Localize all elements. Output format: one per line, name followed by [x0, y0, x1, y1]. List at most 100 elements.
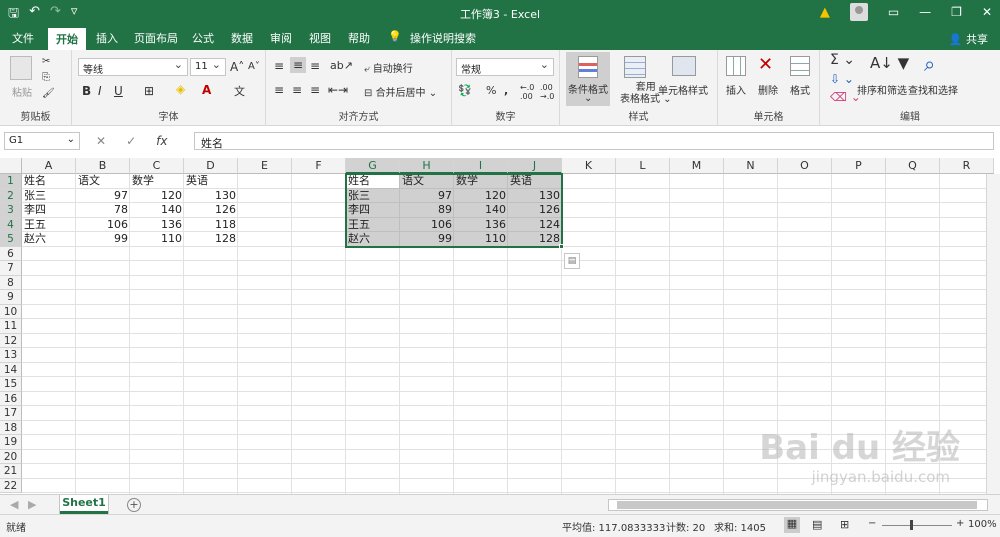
- comma-icon[interactable]: ,: [504, 84, 508, 97]
- fill-icon[interactable]: ⇩ ⌄: [830, 72, 854, 86]
- table-cell[interactable]: 97: [76, 189, 130, 204]
- column-header-G[interactable]: G: [346, 158, 400, 174]
- ribbon-display-icon[interactable]: ▭: [888, 5, 899, 19]
- tab-help[interactable]: 帮助: [348, 30, 370, 46]
- merge-center-button[interactable]: ⊟ 合并后居中 ⌄: [364, 84, 437, 99]
- table-cell[interactable]: 140: [130, 203, 184, 218]
- tab-formulas[interactable]: 公式: [192, 30, 214, 46]
- row-header-15[interactable]: 15: [0, 377, 22, 392]
- font-color-icon[interactable]: A: [202, 83, 211, 97]
- table-cell[interactable]: 126: [184, 203, 238, 218]
- row-header-2[interactable]: 2: [0, 188, 22, 203]
- table-cell[interactable]: 张三: [22, 189, 76, 204]
- row-header-7[interactable]: 7: [0, 261, 22, 276]
- table-cell[interactable]: 106: [400, 218, 454, 233]
- header-cell[interactable]: 语文: [76, 174, 130, 189]
- row-header-5[interactable]: 5: [0, 232, 22, 247]
- column-header-B[interactable]: B: [76, 158, 130, 174]
- cancel-entry-icon[interactable]: ✕: [96, 134, 106, 148]
- row-header-1[interactable]: 1: [0, 174, 22, 189]
- row-header-8[interactable]: 8: [0, 275, 22, 290]
- zoom-level[interactable]: 100%: [968, 519, 997, 530]
- page-break-view-icon[interactable]: ⊞: [840, 518, 849, 531]
- header-cell[interactable]: 姓名: [22, 174, 76, 189]
- format-painter-icon[interactable]: 🖌: [42, 88, 55, 99]
- insert-function-icon[interactable]: fx: [156, 134, 167, 148]
- column-header-P[interactable]: P: [832, 158, 886, 174]
- number-format-dropdown[interactable]: 常规: [456, 58, 554, 76]
- table-cell[interactable]: 140: [454, 203, 508, 218]
- paste-icon[interactable]: [10, 56, 32, 80]
- zoom-slider[interactable]: [882, 525, 952, 526]
- column-header-R[interactable]: R: [940, 158, 994, 174]
- table-cell[interactable]: 张三: [346, 189, 400, 204]
- column-header-C[interactable]: C: [130, 158, 184, 174]
- bold-icon[interactable]: B: [82, 84, 91, 98]
- align-bottom-icon[interactable]: ≡: [310, 59, 320, 73]
- column-header-K[interactable]: K: [562, 158, 616, 174]
- paste-button[interactable]: 粘贴: [12, 84, 32, 99]
- format-cells-button[interactable]: 格式: [790, 82, 810, 97]
- tab-page-layout[interactable]: 页面布局: [134, 30, 178, 46]
- warning-icon[interactable]: ▲: [820, 5, 830, 20]
- restore-icon[interactable]: ❐: [951, 5, 962, 19]
- tab-insert[interactable]: 插入: [96, 30, 118, 46]
- header-cell[interactable]: 英语: [184, 174, 238, 189]
- table-cell[interactable]: 李四: [22, 203, 76, 218]
- zoom-out-icon[interactable]: −: [868, 518, 876, 529]
- header-cell[interactable]: 语文: [400, 174, 454, 189]
- row-header-4[interactable]: 4: [0, 217, 22, 232]
- name-box[interactable]: G1 ⌄: [4, 132, 80, 150]
- copy-icon[interactable]: ⎘: [42, 72, 50, 83]
- close-icon[interactable]: ✕: [982, 5, 992, 19]
- table-cell[interactable]: 89: [400, 203, 454, 218]
- table-cell[interactable]: 120: [454, 189, 508, 204]
- minimize-icon[interactable]: —: [919, 5, 931, 19]
- column-header-O[interactable]: O: [778, 158, 832, 174]
- table-cell[interactable]: 124: [508, 218, 562, 233]
- sheet-tab-sheet1[interactable]: Sheet1: [60, 495, 108, 514]
- header-cell[interactable]: 英语: [508, 174, 562, 189]
- select-all-corner[interactable]: [0, 158, 22, 174]
- header-cell[interactable]: 数学: [454, 174, 508, 189]
- orientation-icon[interactable]: ab↗: [330, 59, 353, 72]
- increase-font-icon[interactable]: A˄: [230, 60, 244, 74]
- column-header-A[interactable]: A: [22, 158, 76, 174]
- table-cell[interactable]: 78: [76, 203, 130, 218]
- border-icon[interactable]: ⊞: [144, 84, 154, 98]
- font-name-dropdown[interactable]: 等线: [78, 58, 188, 76]
- table-cell[interactable]: 99: [400, 232, 454, 247]
- table-cell[interactable]: 130: [184, 189, 238, 204]
- zoom-slider-thumb[interactable]: [910, 520, 913, 530]
- table-cell[interactable]: 赵六: [22, 232, 76, 247]
- table-cell[interactable]: 128: [184, 232, 238, 247]
- vertical-scrollbar[interactable]: [986, 174, 1000, 494]
- sort-filter-button[interactable]: 排序和筛选: [857, 82, 907, 97]
- table-cell[interactable]: 120: [130, 189, 184, 204]
- increase-decimal-icon[interactable]: ←.0.00: [520, 83, 534, 101]
- quick-analysis-icon[interactable]: ▤: [564, 252, 580, 269]
- table-cell[interactable]: 126: [508, 203, 562, 218]
- row-header-9[interactable]: 9: [0, 290, 22, 305]
- column-header-L[interactable]: L: [616, 158, 670, 174]
- table-cell[interactable]: 王五: [22, 218, 76, 233]
- align-center-icon[interactable]: ≡: [292, 83, 302, 97]
- italic-icon[interactable]: I: [98, 84, 102, 98]
- horizontal-scrollbar[interactable]: [608, 499, 988, 511]
- table-cell[interactable]: 118: [184, 218, 238, 233]
- decrease-font-icon[interactable]: A˅: [248, 61, 260, 72]
- table-cell[interactable]: 106: [76, 218, 130, 233]
- row-header-6[interactable]: 6: [0, 246, 22, 261]
- autosum-icon[interactable]: Σ ⌄: [830, 52, 855, 68]
- header-cell[interactable]: 姓名: [346, 174, 400, 189]
- font-size-dropdown[interactable]: 11: [190, 58, 226, 76]
- tab-view[interactable]: 视图: [309, 30, 331, 46]
- row-header-22[interactable]: 22: [0, 478, 22, 493]
- column-header-D[interactable]: D: [184, 158, 238, 174]
- table-cell[interactable]: 王五: [346, 218, 400, 233]
- worksheet-grid[interactable]: A B C D E F G H I J K L M N O P Q R 1 2 3 4 5 6 7 8 9 10 11 12 13 14 15 1…: [0, 158, 1000, 494]
- table-cell[interactable]: 128: [508, 232, 562, 247]
- account-avatar[interactable]: [849, 3, 868, 21]
- header-cell[interactable]: 数学: [130, 174, 184, 189]
- wrap-text-button[interactable]: ⤶ 自动换行: [364, 60, 413, 75]
